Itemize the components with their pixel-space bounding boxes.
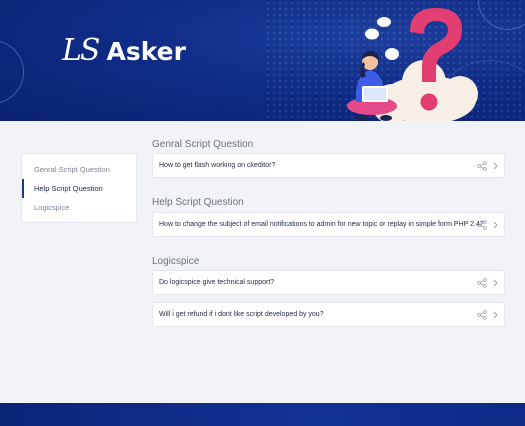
question-card[interactable]: How to change the subject of email notif… [152, 212, 505, 237]
question-text: How to get flash working on ckeditor? [159, 162, 276, 169]
share-icon[interactable] [477, 161, 487, 171]
question-text: Do logicspice give technical support? [159, 279, 275, 286]
section-title-genral-script-question: Genral Script Question [152, 139, 254, 150]
section-title-logicspice: Logicspice [152, 256, 200, 267]
logo-brand: Asker [106, 36, 186, 66]
chevron-right-icon[interactable] [492, 161, 499, 171]
category-sidebar: Genral Script Question Help Script Quest… [21, 153, 137, 223]
question-text: Will i get refund if i dont like script … [159, 311, 324, 318]
share-icon[interactable] [477, 278, 487, 288]
chevron-right-icon[interactable] [492, 310, 499, 320]
hero-banner: LS Asker [0, 0, 525, 121]
chevron-right-icon[interactable] [492, 278, 499, 288]
chevron-right-icon[interactable] [492, 220, 499, 230]
question-person-illustration [347, 8, 478, 121]
sidebar-item-genral-script-question[interactable]: Genral Script Question [22, 160, 138, 179]
question-card[interactable]: Do logicspice give technical support? [152, 270, 505, 295]
share-icon[interactable] [477, 310, 487, 320]
share-icon[interactable] [477, 220, 487, 230]
decor-ring [0, 40, 24, 104]
sidebar-item-logicspice[interactable]: Logicspice [22, 198, 138, 217]
question-card[interactable]: How to get flash working on ckeditor? [152, 153, 505, 178]
question-text: How to change the subject of email notif… [159, 221, 484, 228]
section-title-help-script-question: Help Script Question [152, 197, 244, 208]
sidebar-item-help-script-question[interactable]: Help Script Question [22, 179, 138, 198]
page-footer [0, 403, 525, 426]
question-card[interactable]: Will i get refund if i dont like script … [152, 302, 505, 327]
site-logo[interactable]: LS Asker [62, 36, 186, 66]
logo-mark: LS [62, 33, 101, 68]
